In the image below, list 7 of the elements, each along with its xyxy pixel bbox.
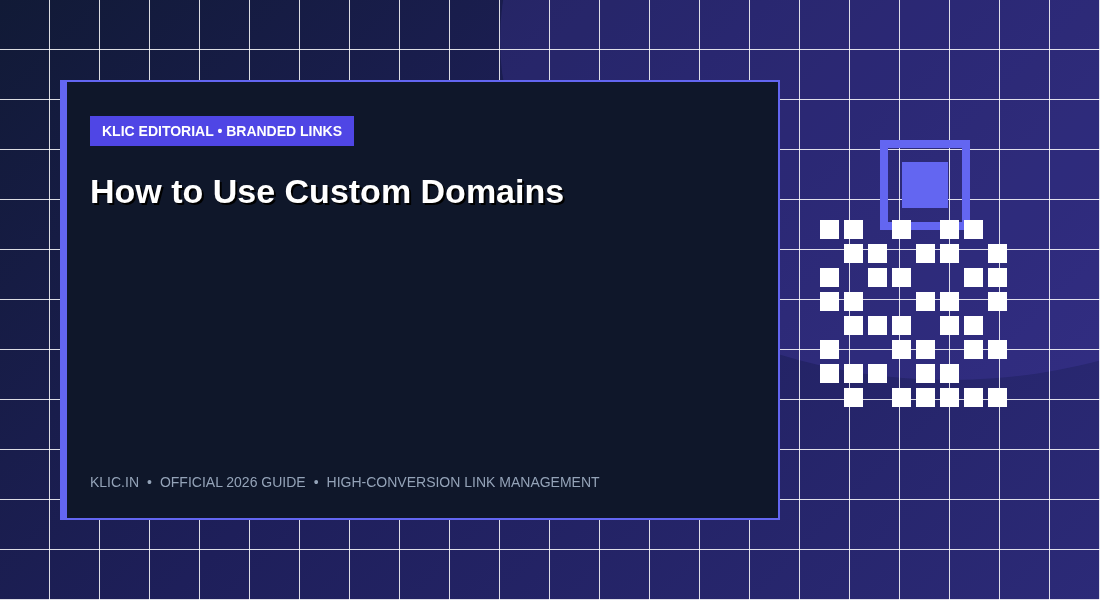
footer-text: KLIC.IN — [90, 474, 139, 490]
separator-dot: • — [147, 474, 152, 490]
footer-text: OFFICIAL 2026 GUIDE — [159, 474, 306, 490]
article-title: How to Use Custom Domains — [90, 172, 566, 211]
footer-text: HIGH-CONVERSION LINK MANAGEMENT — [326, 474, 600, 490]
category-tag: KLIC EDITORIAL • BRANDED LINKS — [90, 116, 355, 146]
separator-dot: • — [313, 474, 319, 490]
